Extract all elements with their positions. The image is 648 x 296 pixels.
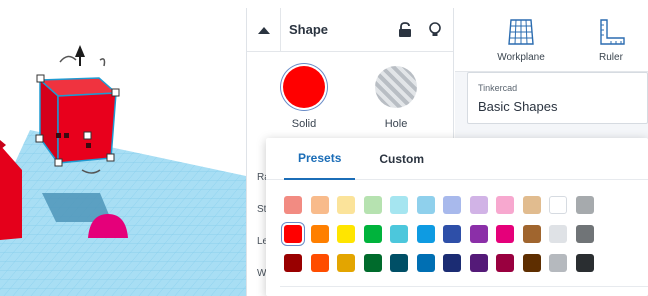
hole-label: Hole [384, 118, 408, 130]
tab-presets[interactable]: Presets [284, 138, 356, 180]
color-swatch[interactable] [337, 225, 355, 243]
color-swatch[interactable] [496, 225, 514, 243]
hole-option[interactable]: Hole [365, 66, 427, 130]
color-swatch[interactable] [310, 254, 329, 272]
library-dropdown[interactable]: Tinkercad Basic Shapes [467, 72, 648, 124]
workplane-tool[interactable]: Workplane [455, 0, 587, 71]
ruler-tool[interactable]: Ruler [587, 0, 648, 71]
color-swatch[interactable] [416, 225, 435, 243]
color-swatch[interactable] [284, 225, 302, 243]
color-swatch[interactable] [284, 254, 302, 272]
solid-color-circle[interactable] [283, 66, 325, 108]
material-selector: Solid Hole [247, 66, 453, 130]
color-swatch[interactable] [522, 254, 541, 272]
collapse-button[interactable] [247, 7, 281, 52]
inspector-header: Shape [247, 7, 453, 52]
color-swatch[interactable] [310, 225, 329, 243]
color-swatch[interactable] [416, 196, 435, 214]
color-swatch[interactable] [469, 254, 488, 272]
color-swatch-grid [284, 196, 594, 272]
collapse-arrow-icon [257, 26, 270, 34]
scene-canvas[interactable] [0, 0, 246, 296]
color-swatch[interactable] [390, 225, 408, 243]
color-swatch[interactable] [575, 254, 594, 272]
color-swatch[interactable] [496, 196, 514, 214]
color-swatch[interactable] [416, 254, 435, 272]
color-swatch[interactable] [337, 254, 355, 272]
light-bulb-button[interactable] [423, 18, 447, 42]
color-swatch[interactable] [549, 254, 567, 272]
tab-custom[interactable]: Custom [365, 138, 438, 180]
color-swatch[interactable] [443, 254, 461, 272]
tinkercad-editor: Shape Solid Hole Ra St Le Wi Workplane R… [0, 0, 648, 296]
ruler-label: Ruler [599, 52, 623, 63]
workplane-label: Workplane [497, 52, 545, 63]
library-toolbar: Workplane Ruler [455, 0, 648, 72]
ruler-icon [600, 19, 625, 45]
color-swatch[interactable] [310, 196, 329, 214]
color-swatch[interactable] [522, 196, 541, 214]
workplane-grid-icon [508, 19, 534, 45]
inspector-title: Shape [289, 22, 329, 37]
color-swatch[interactable] [443, 196, 461, 214]
color-swatch[interactable] [575, 225, 594, 243]
lift-arrow-icon[interactable] [75, 45, 85, 66]
color-swatch[interactable] [363, 196, 382, 214]
hole-circle[interactable] [375, 66, 417, 108]
library-source: Tinkercad [478, 83, 518, 93]
lightbulb-icon [429, 21, 441, 36]
color-picker-popover: Presets Custom [266, 138, 648, 296]
color-swatch[interactable] [575, 196, 594, 214]
color-swatch[interactable] [496, 254, 514, 272]
color-swatch[interactable] [390, 254, 408, 272]
selected-cube[interactable] [38, 77, 118, 166]
color-swatch[interactable] [337, 196, 355, 214]
color-picker-tabs: Presets Custom [266, 138, 648, 180]
color-swatch[interactable] [469, 225, 488, 243]
color-swatch[interactable] [284, 196, 302, 214]
divider [280, 286, 648, 287]
rotate-arrow-icon[interactable] [59, 55, 77, 63]
color-swatch[interactable] [522, 225, 541, 243]
color-swatch[interactable] [363, 254, 382, 272]
library-category: Basic Shapes [478, 99, 558, 114]
color-swatch[interactable] [390, 196, 408, 214]
workplane-viewport[interactable] [0, 0, 246, 296]
solid-label: Solid [291, 118, 317, 130]
color-swatch[interactable] [549, 196, 567, 214]
color-swatch[interactable] [363, 225, 382, 243]
lock-button[interactable] [393, 18, 417, 42]
color-swatch[interactable] [469, 196, 488, 214]
color-swatch[interactable] [549, 225, 567, 243]
rotate-arrow-icon-2[interactable] [99, 58, 106, 67]
color-swatch[interactable] [443, 225, 461, 243]
solid-option[interactable]: Solid [273, 66, 335, 130]
lock-icon [399, 21, 411, 37]
